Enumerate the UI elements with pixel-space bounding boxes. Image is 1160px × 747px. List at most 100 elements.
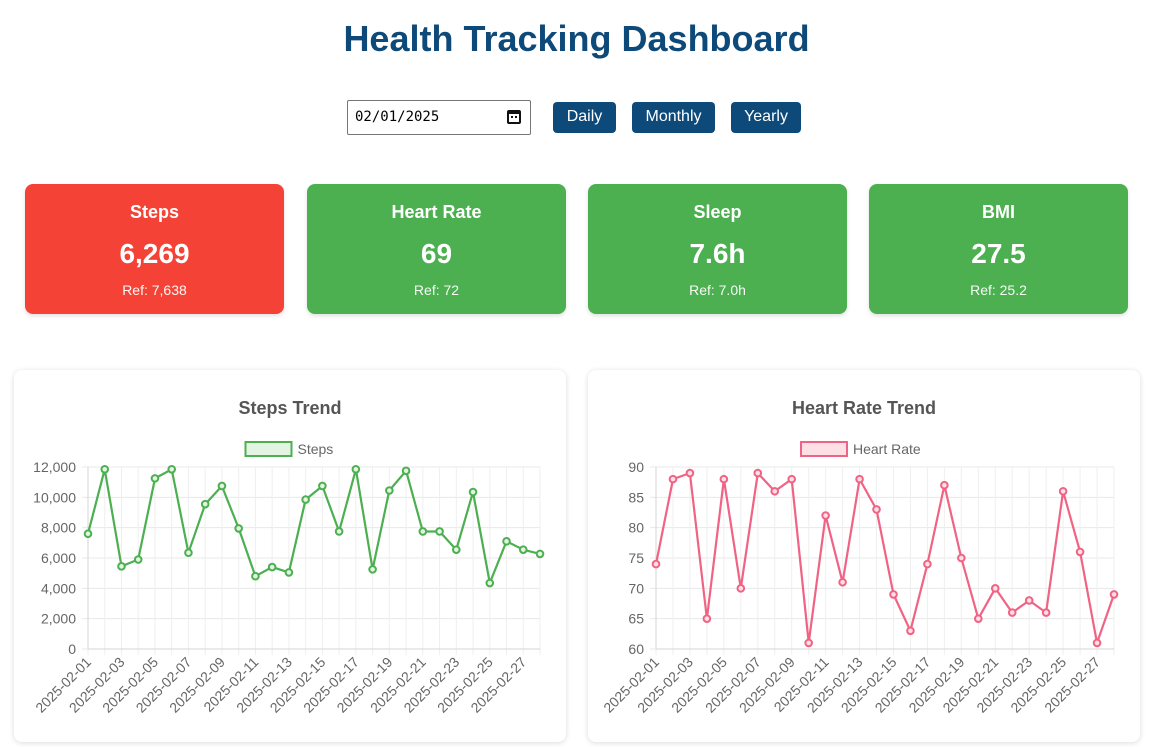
data-point[interactable] [1007, 608, 1017, 617]
data-point[interactable] [1075, 547, 1085, 557]
data-point[interactable] [217, 481, 227, 491]
y-tick-label: 65 [628, 611, 644, 627]
data-point[interactable] [838, 577, 847, 587]
date-input[interactable]: 02/01/2025 [347, 99, 531, 135]
heart-rate-chart: Heart Rate Trend Heart Rate 60 65 70 75 80 85 90… [600, 398, 1119, 716]
data-point[interactable] [940, 480, 949, 490]
y-tick-label: 70 [628, 580, 644, 596]
card-label: BMI [982, 202, 1015, 222]
card-label: Heart Rate [391, 202, 482, 222]
steps-chart-card: Steps Trend Steps 0 2,000 4,000 6,000 8,000 10,… [14, 370, 566, 742]
data-point[interactable] [117, 562, 126, 571]
data-point[interactable] [518, 545, 528, 554]
data-point[interactable] [150, 474, 160, 483]
heart-rate-chart-card: Heart Rate Trend Heart Rate 60 65 70 75 80 85 90… [588, 370, 1140, 742]
data-point[interactable] [368, 565, 377, 574]
data-point[interactable] [385, 486, 394, 495]
legend-swatch[interactable] [800, 441, 848, 457]
y-tick-label: 12,000 [33, 459, 76, 475]
data-point[interactable] [804, 638, 813, 648]
card-label: Steps [129, 202, 180, 222]
y-tick-label: 75 [628, 550, 644, 566]
heart-rate-card: Heart Rate 69 Ref: 72 [307, 184, 566, 314]
data-point[interactable] [719, 474, 729, 484]
data-point[interactable] [485, 578, 495, 588]
data-point[interactable] [906, 626, 915, 636]
card-ref: Ref: 7.0h [689, 282, 746, 298]
legend-swatch[interactable] [244, 441, 293, 457]
data-point[interactable] [1092, 638, 1102, 648]
data-point[interactable] [1024, 596, 1034, 605]
data-point[interactable] [957, 553, 966, 563]
y-tick-label: 10,000 [33, 489, 76, 505]
data-point[interactable] [502, 537, 511, 546]
yearly-button[interactable]: Yearly [731, 101, 801, 133]
card-ref: Ref: 72 [413, 282, 460, 298]
steps-chart: Steps Trend Steps 0 2,000 4,000 6,000 8,000 10,… [32, 398, 545, 716]
chart-title: Heart Rate Trend [792, 398, 936, 418]
y-tick-label: 80 [628, 520, 644, 536]
legend-label[interactable]: Steps [298, 441, 334, 457]
daily-button[interactable]: Daily [553, 101, 616, 133]
calendar-icon[interactable] [507, 110, 521, 124]
sleep-card: Sleep 7.6h Ref: 7.0h [588, 184, 847, 314]
data-point[interactable] [702, 614, 712, 623]
data-point[interactable] [736, 584, 746, 593]
data-point[interactable] [668, 474, 678, 484]
data-point[interactable] [787, 474, 797, 484]
card-ref: Ref: 25.2 [970, 282, 1027, 298]
monthly-button[interactable]: Monthly [632, 101, 715, 133]
data-point[interactable] [83, 529, 93, 539]
data-point[interactable] [351, 464, 361, 474]
data-point[interactable] [451, 545, 461, 554]
data-point[interactable] [200, 499, 210, 509]
data-point[interactable] [889, 590, 898, 599]
y-tick-label: 2,000 [41, 611, 76, 627]
data-point[interactable] [973, 614, 983, 623]
data-point[interactable] [821, 511, 830, 520]
data-point[interactable] [334, 527, 344, 536]
data-point[interactable] [753, 468, 763, 478]
y-tick-label: 8,000 [41, 520, 76, 536]
data-point[interactable] [1041, 608, 1051, 617]
card-value: 7.6h [689, 238, 746, 269]
data-point[interactable] [318, 481, 327, 491]
data-point[interactable] [990, 584, 1000, 593]
data-point[interactable] [267, 562, 277, 572]
data-point[interactable] [1109, 590, 1119, 599]
data-point[interactable] [100, 464, 110, 474]
date-value: 02/01/2025 [355, 109, 440, 125]
card-value: 6,269 [119, 238, 190, 269]
data-point[interactable] [133, 555, 143, 564]
data-point[interactable] [1058, 486, 1068, 496]
data-point[interactable] [401, 466, 411, 476]
chart-title: Steps Trend [238, 398, 341, 418]
data-point[interactable] [770, 486, 780, 496]
data-point[interactable] [167, 464, 177, 474]
y-tick-label: 85 [628, 489, 644, 505]
data-point[interactable] [184, 548, 193, 557]
controls-bar: 02/01/2025 Daily Monthly Yearly [347, 99, 801, 135]
y-tick-label: 90 [628, 459, 644, 475]
data-point[interactable] [923, 559, 932, 569]
data-point[interactable] [685, 468, 695, 478]
data-point[interactable] [535, 549, 545, 559]
data-point[interactable] [251, 571, 260, 581]
data-point[interactable] [234, 524, 243, 533]
data-point[interactable] [651, 559, 661, 569]
data-point[interactable] [301, 495, 310, 504]
data-point[interactable] [284, 568, 294, 577]
card-label: Sleep [693, 202, 742, 222]
y-tick-label: 60 [628, 641, 644, 657]
page-title: Health Tracking Dashboard [343, 18, 810, 59]
card-ref: Ref: 7,638 [122, 282, 187, 298]
data-point[interactable] [418, 527, 428, 536]
y-tick-label: 4,000 [41, 580, 76, 596]
legend-label[interactable]: Heart Rate [853, 441, 921, 457]
data-point[interactable] [468, 487, 478, 497]
data-point[interactable] [435, 527, 444, 536]
data-point[interactable] [872, 505, 881, 514]
data-point[interactable] [855, 474, 864, 484]
series-line [86, 468, 541, 585]
y-tick-label: 0 [68, 641, 76, 657]
